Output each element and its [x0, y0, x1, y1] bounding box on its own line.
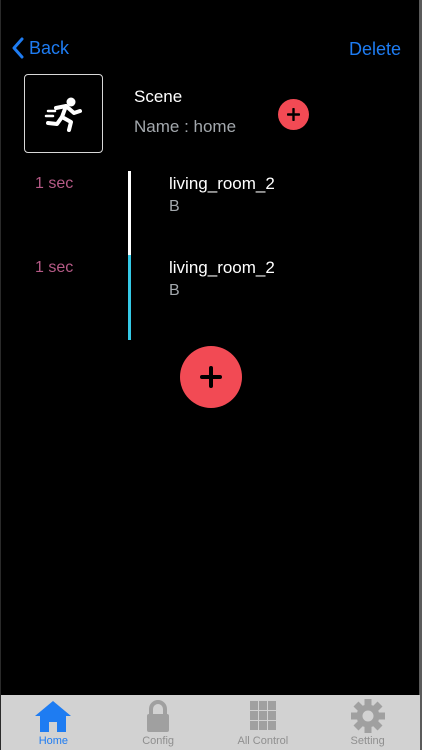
back-button[interactable]: Back — [11, 37, 69, 59]
chevron-left-icon — [12, 37, 24, 59]
action-time: 1 sec — [35, 175, 74, 192]
gear-icon — [350, 699, 385, 733]
scene-name: Name : home — [134, 117, 237, 136]
tab-bar: Home Config All Control Setting — [1, 695, 420, 750]
tab-config[interactable]: Config — [106, 695, 211, 750]
tab-home[interactable]: Home — [1, 695, 106, 750]
tab-setting-label: Setting — [350, 735, 385, 747]
plus-icon — [200, 366, 222, 388]
action-state: B — [169, 198, 180, 215]
plus-icon — [287, 108, 300, 121]
back-label: Back — [29, 37, 70, 58]
scene-editor-screen: Back Delete Scene Name : home 1 sec livi… — [0, 0, 422, 750]
lock-icon — [147, 700, 170, 732]
action-time: 1 sec — [35, 259, 74, 276]
tab-all-control-label: All Control — [237, 735, 289, 747]
house-icon — [35, 701, 72, 732]
running-person-icon — [44, 97, 82, 132]
action-device: living_room_2 — [169, 174, 275, 193]
scene-title: Scene — [134, 87, 183, 106]
action-state: B — [169, 282, 180, 299]
tab-config-label: Config — [142, 735, 175, 747]
timeline-segment-2 — [128, 255, 131, 340]
tab-home-label: Home — [38, 735, 69, 747]
timeline-segment-1 — [128, 171, 131, 255]
add-action-button[interactable] — [180, 346, 242, 408]
delete-button[interactable]: Delete — [349, 39, 401, 60]
tab-setting[interactable]: Setting — [315, 695, 420, 750]
action-device: living_room_2 — [169, 258, 275, 277]
scene-icon-button[interactable] — [24, 74, 103, 153]
tab-all-control[interactable]: All Control — [211, 695, 316, 750]
add-scene-item-button[interactable] — [278, 99, 309, 130]
grid-icon — [249, 701, 276, 730]
